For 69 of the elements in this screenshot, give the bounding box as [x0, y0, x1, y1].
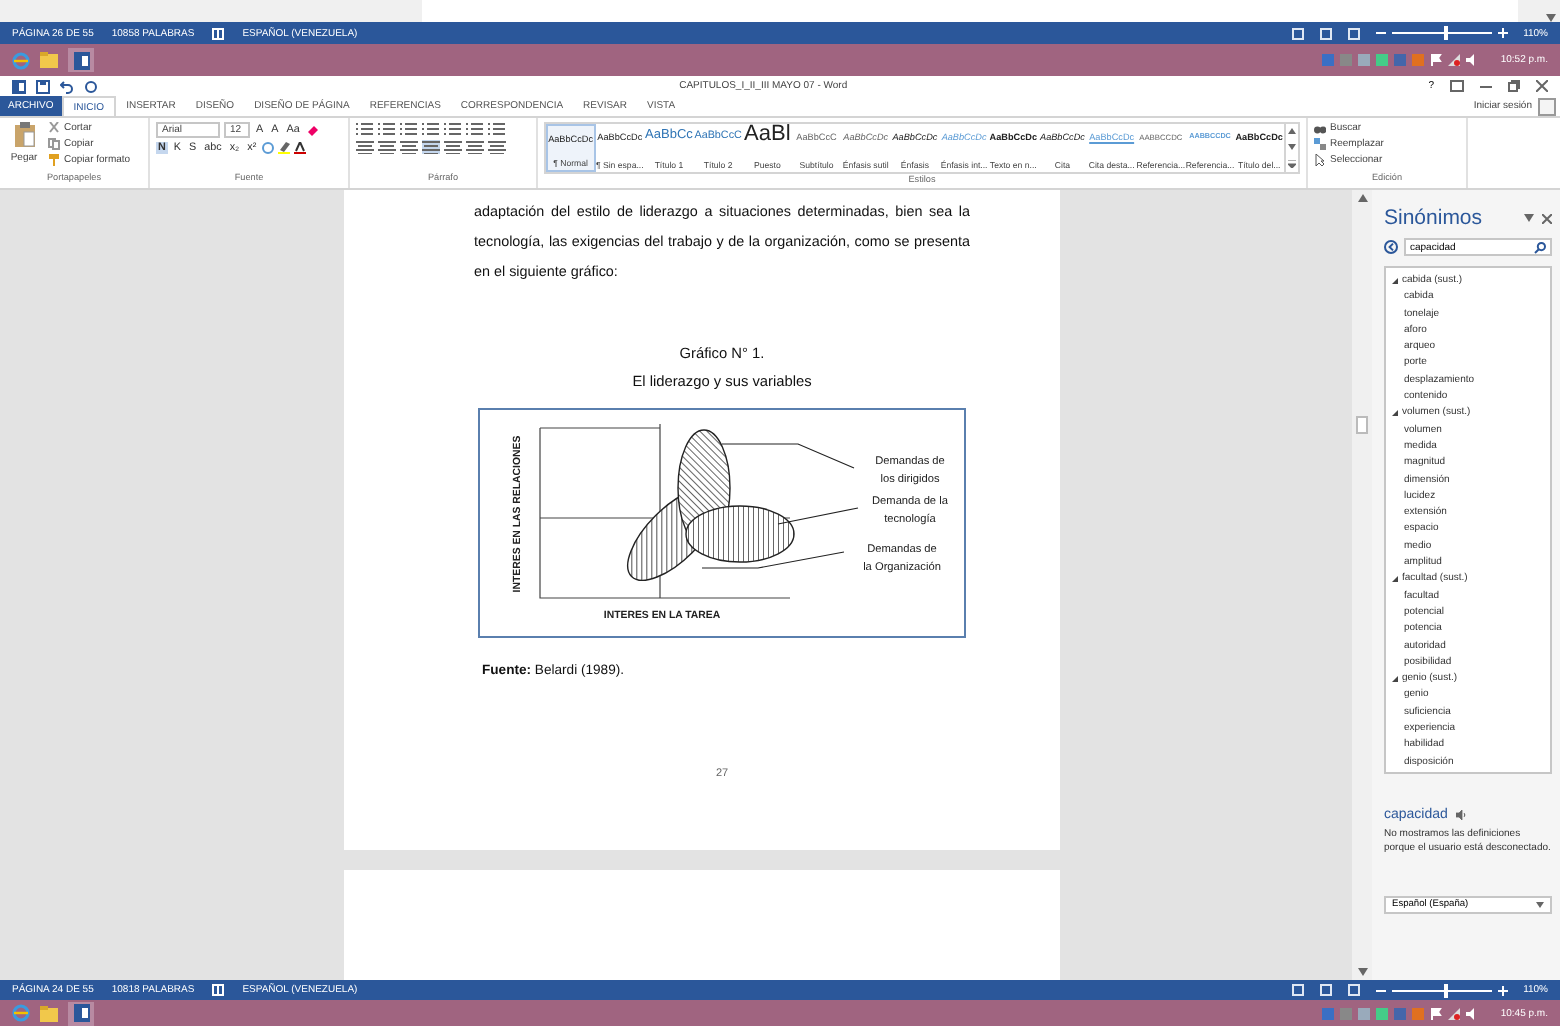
read-mode-icon[interactable]: [1291, 984, 1304, 996]
more-icon[interactable]: [1287, 159, 1296, 168]
scroll-down-icon[interactable]: [1287, 143, 1296, 150]
expanded-icon[interactable]: [1392, 675, 1398, 682]
align-center-icon[interactable]: [378, 140, 396, 154]
avatar-icon[interactable]: [1538, 97, 1556, 115]
align-right-icon[interactable]: [400, 140, 418, 154]
clipboard-icon: [13, 122, 35, 148]
word-icon[interactable]: [73, 51, 89, 69]
dropdown-icon: [1536, 902, 1544, 908]
scrollbar[interactable]: [1352, 190, 1372, 980]
speaker-icon[interactable]: [1455, 810, 1468, 820]
web-layout-icon[interactable]: [1347, 984, 1360, 996]
font-color-icon[interactable]: [294, 142, 307, 154]
read-mode-icon[interactable]: [1291, 27, 1304, 39]
minimize-icon[interactable]: [1480, 80, 1492, 92]
justify-icon[interactable]: [422, 140, 440, 154]
brush-icon: [48, 154, 60, 166]
save-icon[interactable]: [36, 79, 50, 93]
leader-line: [701, 551, 845, 569]
scissors-icon: [48, 122, 60, 134]
striped-ellipse: [685, 505, 795, 563]
print-layout-icon[interactable]: [1319, 27, 1332, 39]
scroll-down-icon[interactable]: [1357, 968, 1367, 976]
word-icon[interactable]: [12, 79, 26, 93]
word-icon[interactable]: [73, 1004, 89, 1022]
bullets-icon[interactable]: [356, 122, 374, 136]
expanded-icon[interactable]: [1392, 277, 1398, 284]
plus-icon[interactable]: [1497, 28, 1508, 38]
replace-icon: [1314, 138, 1326, 150]
scroll-thumb[interactable]: [1356, 416, 1368, 434]
folder-icon[interactable]: [40, 1005, 58, 1021]
undo-icon[interactable]: [60, 79, 74, 93]
book-icon[interactable]: [212, 984, 225, 996]
binoculars-icon: [1314, 122, 1326, 134]
close-icon[interactable]: [1536, 80, 1548, 92]
align-left-icon[interactable]: [356, 140, 374, 154]
flag-icon[interactable]: [1430, 54, 1443, 66]
leader-line: [721, 443, 855, 469]
web-layout-icon[interactable]: [1347, 27, 1360, 39]
book-icon[interactable]: [212, 27, 225, 39]
speaker-icon[interactable]: [1466, 1007, 1479, 1019]
highlighter-icon[interactable]: [278, 142, 291, 154]
scroll-up-icon[interactable]: [1287, 128, 1296, 135]
ribbon-display-icon[interactable]: [1450, 80, 1464, 92]
cursor-icon: [1314, 154, 1326, 166]
flag-icon[interactable]: [1430, 1007, 1443, 1019]
browser-icon[interactable]: [12, 1004, 30, 1022]
expanded-icon[interactable]: [1392, 575, 1398, 582]
speaker-icon[interactable]: [1466, 54, 1479, 66]
plus-icon[interactable]: [1497, 985, 1508, 995]
minus-icon[interactable]: [1375, 28, 1386, 38]
copy-icon: [48, 138, 60, 150]
folder-icon[interactable]: [40, 52, 58, 68]
expanded-icon[interactable]: [1392, 410, 1398, 417]
eraser-icon[interactable]: [305, 124, 318, 136]
leader-line: [777, 507, 859, 525]
slider-thumb[interactable]: [1444, 983, 1449, 997]
minus-icon[interactable]: [1375, 985, 1386, 995]
pane-title: Sinónimos: [1384, 206, 1483, 230]
search-icon[interactable]: [1534, 241, 1546, 253]
close-icon[interactable]: [1542, 213, 1552, 223]
slider-thumb[interactable]: [1444, 26, 1449, 40]
dropdown-icon[interactable]: [1524, 214, 1534, 222]
print-layout-icon[interactable]: [1319, 984, 1332, 996]
restore-icon[interactable]: [1508, 80, 1520, 92]
browser-icon[interactable]: [12, 51, 30, 69]
scroll-up-icon[interactable]: [1357, 194, 1367, 202]
back-icon[interactable]: [1384, 240, 1398, 254]
